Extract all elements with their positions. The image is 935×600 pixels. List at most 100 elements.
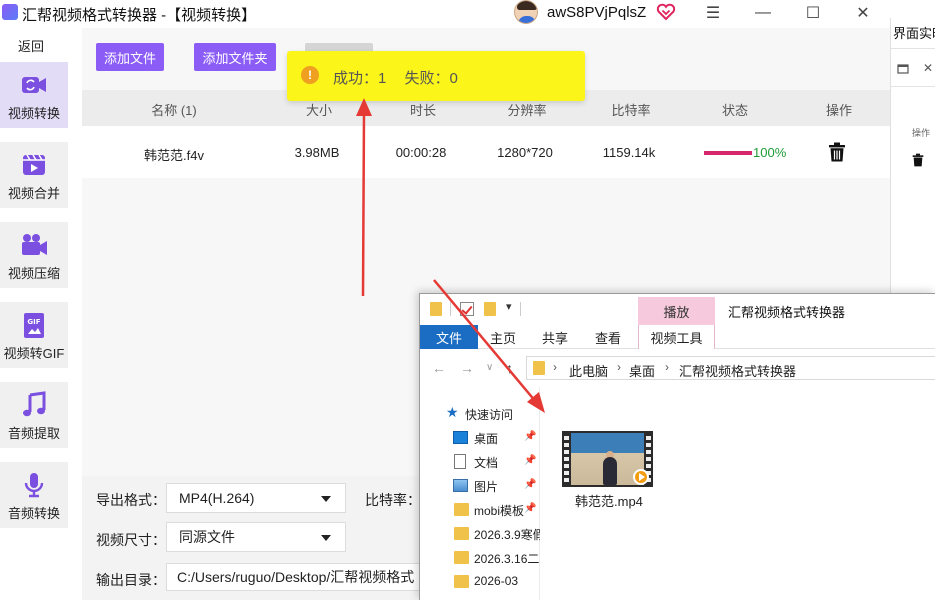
sidebar-item-video-compress[interactable]: 视频压缩 xyxy=(0,222,68,288)
pin-icon[interactable]: 📌 xyxy=(524,431,536,442)
file-bitrate-cell: 1159.14k xyxy=(602,145,656,160)
table-row[interactable]: 韩范范.f4v 3.98MB 00:00:28 1280*720 1159.14… xyxy=(82,126,890,178)
back-arrow-icon[interactable]: ← xyxy=(432,360,446,376)
sidebar-item-label: 音频转换 xyxy=(7,506,60,521)
address-row: ← → ∨ ↑ › 此电脑 › 桌面 › 汇帮视频格式转换器 xyxy=(420,349,935,387)
properties-icon[interactable] xyxy=(460,302,474,316)
close-icon[interactable]: ✕ xyxy=(923,61,933,75)
back-button[interactable]: 返回 xyxy=(0,36,62,55)
play-badge-icon xyxy=(633,469,649,485)
vip-heart-icon[interactable] xyxy=(656,2,676,22)
tab-video-tools[interactable]: 视频工具 xyxy=(638,325,715,349)
star-icon: ★ xyxy=(446,404,459,420)
file-name-cell: 韩范范.f4v xyxy=(144,148,204,163)
ribbon-tabs: 文件 主页 共享 查看 视频工具 xyxy=(420,325,935,349)
column-header-size[interactable]: 大小 xyxy=(306,100,332,119)
sidebar-item-label: 视频合并 xyxy=(7,186,60,201)
desktop-icon xyxy=(453,431,468,444)
column-header-bitrate[interactable]: 比特率 xyxy=(611,100,650,119)
nav-item-desktop[interactable]: 桌面 📌 xyxy=(420,427,540,449)
nav-item-quick-access[interactable]: ★ 快速访问 xyxy=(420,403,540,425)
nav-item-pictures[interactable]: 图片 📌 xyxy=(420,475,540,497)
file-resolution-cell: 1280*720 xyxy=(497,145,553,160)
address-bar[interactable]: › 此电脑 › 桌面 › 汇帮视频格式转换器 xyxy=(526,356,935,380)
up-arrow-icon[interactable]: ↑ xyxy=(506,360,513,376)
forward-arrow-icon[interactable]: → xyxy=(460,360,474,376)
divider xyxy=(520,302,521,316)
breadcrumb-desktop[interactable]: 桌面 xyxy=(629,361,655,380)
sidebar-item-video-merge[interactable]: 视频合并 xyxy=(0,142,68,208)
menu-icon[interactable]: ☰ xyxy=(696,0,730,26)
folder-icon xyxy=(454,503,469,516)
breadcrumb-folder[interactable]: 汇帮视频格式转换器 xyxy=(679,361,796,380)
sidebar-item-audio-extract[interactable]: 音频提取 xyxy=(0,382,68,448)
video-file-thumbnail[interactable] xyxy=(562,431,653,487)
trash-icon[interactable] xyxy=(912,153,924,167)
username[interactable]: awS8PVjPqlsZ xyxy=(547,4,646,21)
column-header-duration[interactable]: 时长 xyxy=(410,100,436,119)
maximize-icon[interactable]: ☐ xyxy=(796,0,830,26)
pin-icon[interactable]: 📌 xyxy=(524,503,536,514)
pin-icon[interactable]: 📌 xyxy=(524,455,536,466)
chevron-down-icon xyxy=(321,535,331,541)
sidebar-item-video-gif[interactable]: GIF 视频转GIF xyxy=(0,302,68,368)
sidebar-item-label: 视频转GIF xyxy=(3,346,65,361)
video-merge-icon xyxy=(23,154,45,175)
sidebar-item-video-convert[interactable]: 视频转换 xyxy=(0,62,68,128)
app-logo-icon xyxy=(2,4,18,20)
add-folder-button[interactable]: 添加文件夹 xyxy=(194,43,276,71)
progress-bar xyxy=(704,151,752,155)
playback-context-tab[interactable]: 播放 xyxy=(638,297,715,325)
folder-icon xyxy=(454,527,469,540)
trash-icon[interactable] xyxy=(828,142,846,162)
nav-item-folder[interactable]: 2026-03 xyxy=(420,571,540,593)
nav-item-label: 图片 xyxy=(474,480,499,494)
maximize-icon[interactable] xyxy=(897,63,909,75)
bitrate-label: 比特率： xyxy=(365,492,421,508)
user-avatar[interactable] xyxy=(514,0,538,24)
tab-share[interactable]: 共享 xyxy=(530,325,580,349)
chevron-down-icon[interactable]: ▾ xyxy=(506,300,512,313)
column-header-status[interactable]: 状态 xyxy=(722,100,748,119)
file-name-label[interactable]: 韩范范.mp4 xyxy=(575,491,643,510)
breadcrumb-this-pc[interactable]: 此电脑 xyxy=(569,361,608,380)
size-label: 视频尺寸： xyxy=(96,532,166,548)
chevron-down-icon[interactable]: ∨ xyxy=(486,362,493,373)
film-strip-edge xyxy=(564,433,569,485)
chevron-right-icon: › xyxy=(553,360,557,374)
new-folder-icon[interactable] xyxy=(484,302,496,316)
close-icon[interactable]: ✕ xyxy=(846,0,880,26)
nav-item-folder[interactable]: 2026.3.9寒假 xyxy=(420,523,540,545)
size-select[interactable]: 同源文件 xyxy=(166,522,346,552)
nav-item-folder[interactable]: 2026.3.16二 xyxy=(420,547,540,569)
video-convert-icon xyxy=(22,77,46,93)
chevron-right-icon: › xyxy=(617,360,621,374)
column-header-action: 操作 xyxy=(912,128,931,138)
sidebar-item-audio-convert[interactable]: 音频转换 xyxy=(0,462,68,528)
tab-view[interactable]: 查看 xyxy=(583,325,633,349)
pin-icon[interactable]: 📌 xyxy=(524,479,536,490)
column-header-name[interactable]: 名称 (1) xyxy=(151,100,197,119)
person-body xyxy=(603,457,617,485)
output-dir-input[interactable]: C:/Users/ruguo/Desktop/汇帮视频格式 xyxy=(166,563,420,591)
title-bar: 汇帮视频格式转换器 -【视频转换】 awS8PVjPqlsZ ☰ — ☐ ✕ xyxy=(0,0,890,28)
tab-file[interactable]: 文件 xyxy=(420,325,478,349)
nav-item-label: 快速访问 xyxy=(465,408,514,422)
video-compress-icon xyxy=(22,234,47,255)
nav-item-label: 2026.3.16二 xyxy=(474,552,540,566)
gif-icon: GIF xyxy=(24,313,44,338)
divider xyxy=(891,86,935,87)
explorer-title: 汇帮视频格式转换器 xyxy=(728,305,846,320)
format-select[interactable]: MP4(H.264) xyxy=(166,483,346,513)
nav-item-folder[interactable]: mobi模板 📌 xyxy=(420,499,540,521)
tab-home[interactable]: 主页 xyxy=(478,325,528,349)
column-header-resolution[interactable]: 分辨率 xyxy=(507,100,546,119)
folder-icon xyxy=(430,302,442,316)
minimize-icon[interactable]: — xyxy=(746,0,780,26)
nav-item-documents[interactable]: 文档 📌 xyxy=(420,451,540,473)
nav-item-label: 桌面 xyxy=(474,432,499,446)
microphone-icon xyxy=(24,473,44,498)
file-explorer-window[interactable]: ▾ 播放 汇帮视频格式转换器 文件 主页 共享 查看 视频工具 ← → ∨ ↑ … xyxy=(419,293,935,600)
add-file-button[interactable]: 添加文件 xyxy=(96,43,164,71)
nav-item-label: 2026.3.9寒假 xyxy=(474,528,540,542)
